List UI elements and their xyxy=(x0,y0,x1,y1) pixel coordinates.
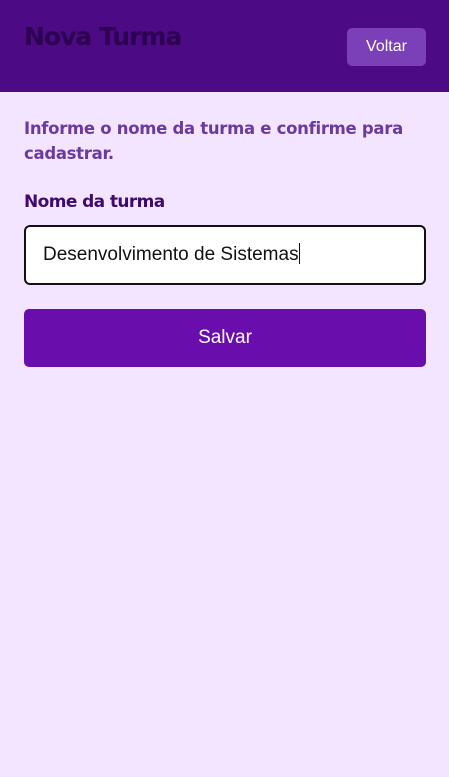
class-name-value: Desenvolvimento de Sistemas xyxy=(43,244,299,265)
back-button[interactable]: Voltar xyxy=(347,28,426,66)
new-class-form: Informe o nome da turma e confirme para … xyxy=(24,116,426,367)
page-title: Nova Turma xyxy=(24,22,182,51)
form-instruction: Informe o nome da turma e confirme para … xyxy=(24,119,403,163)
class-name-label: Nome da turma xyxy=(24,192,165,212)
save-button[interactable]: Salvar xyxy=(24,309,426,367)
class-name-input[interactable]: Desenvolvimento de Sistemas xyxy=(43,227,300,283)
class-name-field[interactable]: Desenvolvimento de Sistemas xyxy=(24,225,426,285)
app-header: Nova Turma Voltar xyxy=(0,0,449,92)
text-caret xyxy=(298,242,300,264)
